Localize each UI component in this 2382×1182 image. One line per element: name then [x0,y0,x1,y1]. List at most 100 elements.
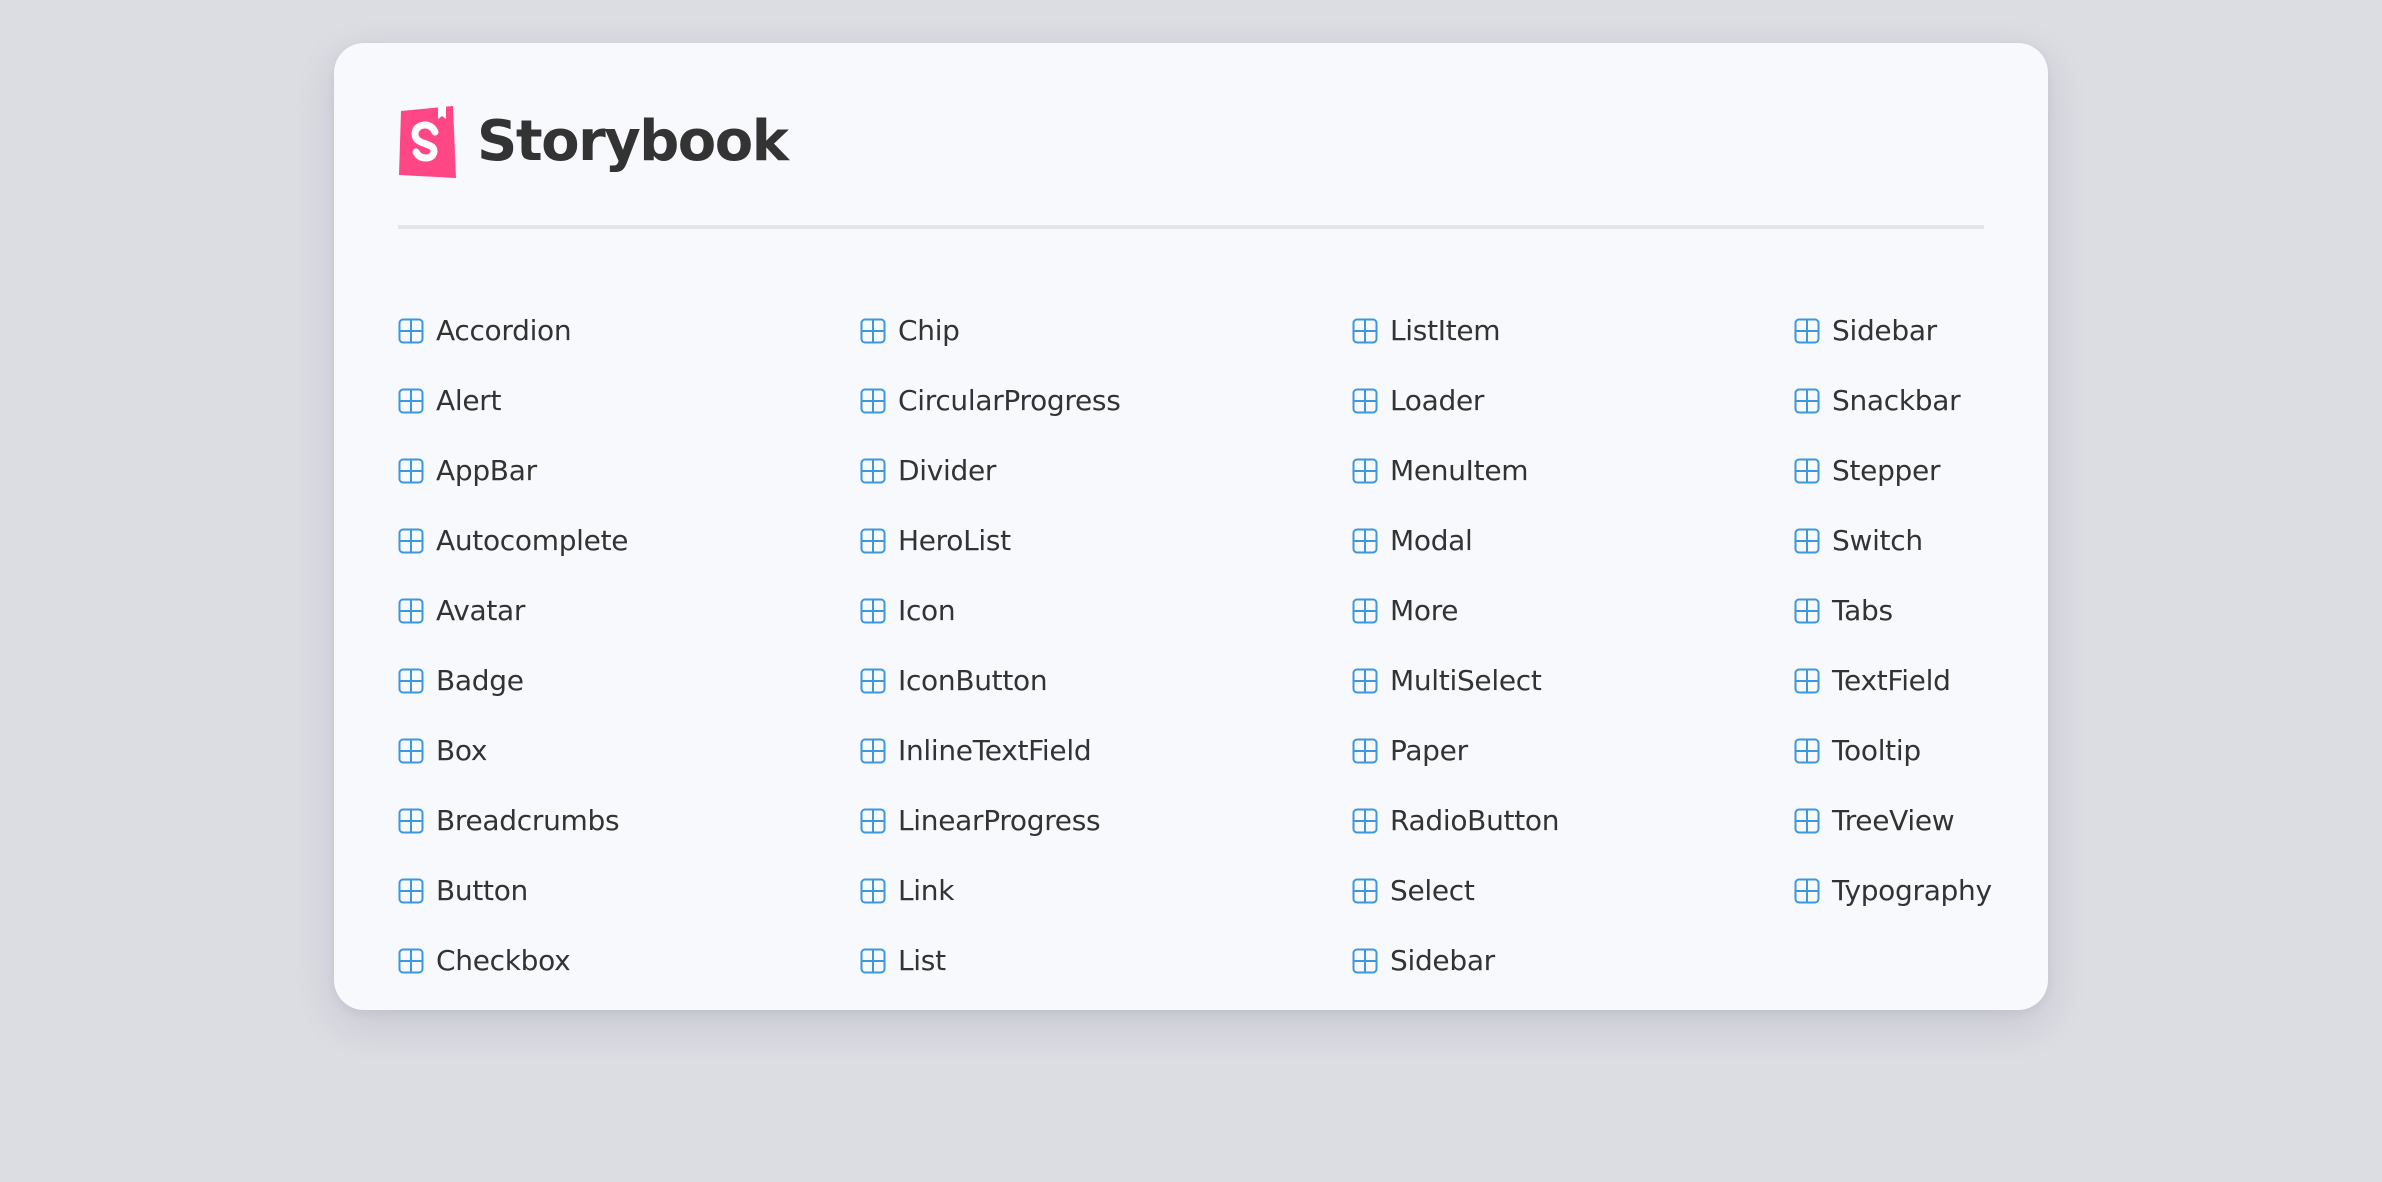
app-title: Storybook [477,109,789,174]
component-grid-icon [860,808,886,834]
component-link-iconbutton[interactable]: IconButton [860,646,1121,716]
component-link-linearprogress[interactable]: LinearProgress [860,786,1121,856]
component-link-button[interactable]: Button [398,856,628,926]
component-grid-icon [860,948,886,974]
component-label: AppBar [436,454,537,487]
component-label: Badge [436,664,524,697]
component-link-alert[interactable]: Alert [398,366,628,436]
component-grid-icon [1794,318,1820,344]
component-grid-icon [1794,458,1820,484]
component-link-accordion[interactable]: Accordion [398,296,628,366]
component-link-radiobutton[interactable]: RadioButton [1352,786,1559,856]
component-grid-icon [1794,878,1820,904]
component-link-typography[interactable]: Typography [1794,856,1992,926]
component-link-sidebar[interactable]: Sidebar [1352,926,1559,996]
component-link-tooltip[interactable]: Tooltip [1794,716,1992,786]
component-label: TreeView [1832,804,1955,837]
component-label: Divider [898,454,997,487]
component-label: Loader [1390,384,1485,417]
component-label: RadioButton [1390,804,1560,837]
component-label: Link [898,874,955,907]
component-label: Checkbox [436,944,571,977]
component-label: Paper [1390,734,1468,767]
component-link-breadcrumbs[interactable]: Breadcrumbs [398,786,628,856]
component-grid-icon [860,598,886,624]
component-grid-icon [398,878,424,904]
component-label: IconButton [898,664,1048,697]
component-grid-icon [398,388,424,414]
component-label: Tabs [1832,594,1893,627]
component-grid: Accordion Alert AppBar Autocomplete Avat… [398,296,1998,975]
component-link-badge[interactable]: Badge [398,646,628,716]
component-link-icon[interactable]: Icon [860,576,1121,646]
component-label: InlineTextField [898,734,1092,767]
component-grid-icon [1794,668,1820,694]
component-grid-icon [1352,878,1378,904]
component-grid-icon [1794,528,1820,554]
component-label: Tooltip [1832,734,1921,767]
component-link-sidebar[interactable]: Sidebar [1794,296,1992,366]
component-link-inlinetextfield[interactable]: InlineTextField [860,716,1121,786]
component-grid-icon [1352,598,1378,624]
storybook-brand[interactable]: Storybook [398,105,789,179]
component-link-treeview[interactable]: TreeView [1794,786,1992,856]
component-grid-icon [1352,388,1378,414]
component-grid-icon [1352,668,1378,694]
component-label: Autocomplete [436,524,629,557]
component-label: Button [436,874,528,907]
component-link-chip[interactable]: Chip [860,296,1121,366]
component-label: Sidebar [1390,944,1495,977]
component-link-more[interactable]: More [1352,576,1559,646]
component-grid-icon [398,808,424,834]
component-link-textfield[interactable]: TextField [1794,646,1992,716]
header-divider [398,225,1984,229]
component-label: Typography [1832,874,1992,907]
component-label: Select [1390,874,1475,907]
component-label: List [898,944,946,977]
component-label: Box [436,734,488,767]
component-column-2: Chip CircularProgress Divider HeroList I… [860,296,1121,996]
component-grid-icon [1352,528,1378,554]
component-link-circularprogress[interactable]: CircularProgress [860,366,1121,436]
component-link-herolist[interactable]: HeroList [860,506,1121,576]
component-grid-icon [860,878,886,904]
component-grid-icon [1794,808,1820,834]
component-index-card: Storybook Accordion Alert AppBar Autocom… [334,43,2048,1010]
component-grid-icon [860,668,886,694]
component-label: Breadcrumbs [436,804,620,837]
component-link-checkbox[interactable]: Checkbox [398,926,628,996]
component-grid-icon [860,458,886,484]
component-grid-icon [398,738,424,764]
component-link-box[interactable]: Box [398,716,628,786]
component-grid-icon [398,948,424,974]
component-grid-icon [1352,458,1378,484]
component-grid-icon [860,318,886,344]
component-label: Sidebar [1832,314,1937,347]
component-link-divider[interactable]: Divider [860,436,1121,506]
component-label: Modal [1390,524,1473,557]
component-link-appbar[interactable]: AppBar [398,436,628,506]
component-label: ListItem [1390,314,1501,347]
component-column-1: Accordion Alert AppBar Autocomplete Avat… [398,296,629,996]
component-link-modal[interactable]: Modal [1352,506,1559,576]
component-link-select[interactable]: Select [1352,856,1559,926]
storybook-logo-icon [399,106,456,178]
component-link-paper[interactable]: Paper [1352,716,1559,786]
component-grid-icon [398,318,424,344]
component-link-switch[interactable]: Switch [1794,506,1992,576]
component-label: Avatar [436,594,526,627]
component-link-link[interactable]: Link [860,856,1121,926]
component-label: Snackbar [1832,384,1961,417]
component-link-menuitem[interactable]: MenuItem [1352,436,1559,506]
component-link-list[interactable]: List [860,926,1121,996]
component-link-tabs[interactable]: Tabs [1794,576,1992,646]
component-label: MenuItem [1390,454,1529,487]
component-link-avatar[interactable]: Avatar [398,576,628,646]
component-link-multiselect[interactable]: MultiSelect [1352,646,1559,716]
component-link-loader[interactable]: Loader [1352,366,1559,436]
component-link-snackbar[interactable]: Snackbar [1794,366,1992,436]
component-link-listitem[interactable]: ListItem [1352,296,1559,366]
component-link-stepper[interactable]: Stepper [1794,436,1992,506]
component-link-autocomplete[interactable]: Autocomplete [398,506,629,576]
component-column-3: ListItem Loader MenuItem Modal More Mult… [1352,296,1559,996]
